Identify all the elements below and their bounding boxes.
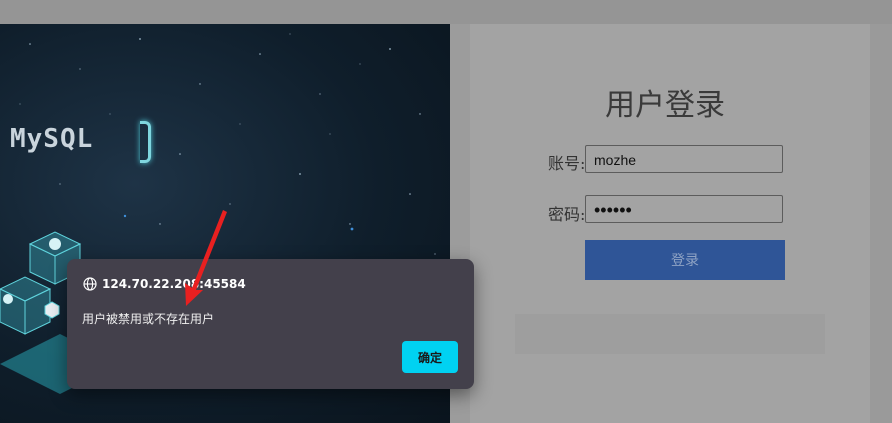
alert-dialog: 124.70.22.208:45584 用户被禁用或不存在用户 确定 [67, 259, 474, 389]
password-label: 密码: [548, 205, 586, 224]
overlay-top-bar [0, 0, 892, 24]
login-title: 用户登录 [605, 88, 725, 123]
alert-message: 用户被禁用或不存在用户 [82, 312, 215, 326]
alert-ok-button[interactable]: 确定 [402, 341, 458, 373]
login-button[interactable]: 登录 [585, 240, 785, 280]
alert-origin: 124.70.22.208:45584 [83, 275, 246, 293]
message-area [515, 314, 825, 354]
globe-icon [83, 277, 97, 291]
alert-origin-text: 124.70.22.208:45584 [102, 277, 246, 291]
logo-bracket-decoration [140, 121, 151, 163]
layout-right-strip [870, 24, 892, 423]
password-input[interactable]: •••••• [585, 195, 783, 223]
account-label: 账号: [548, 154, 586, 173]
account-input[interactable]: mozhe [585, 145, 783, 173]
mysql-logo-text: MySQL [10, 124, 94, 154]
